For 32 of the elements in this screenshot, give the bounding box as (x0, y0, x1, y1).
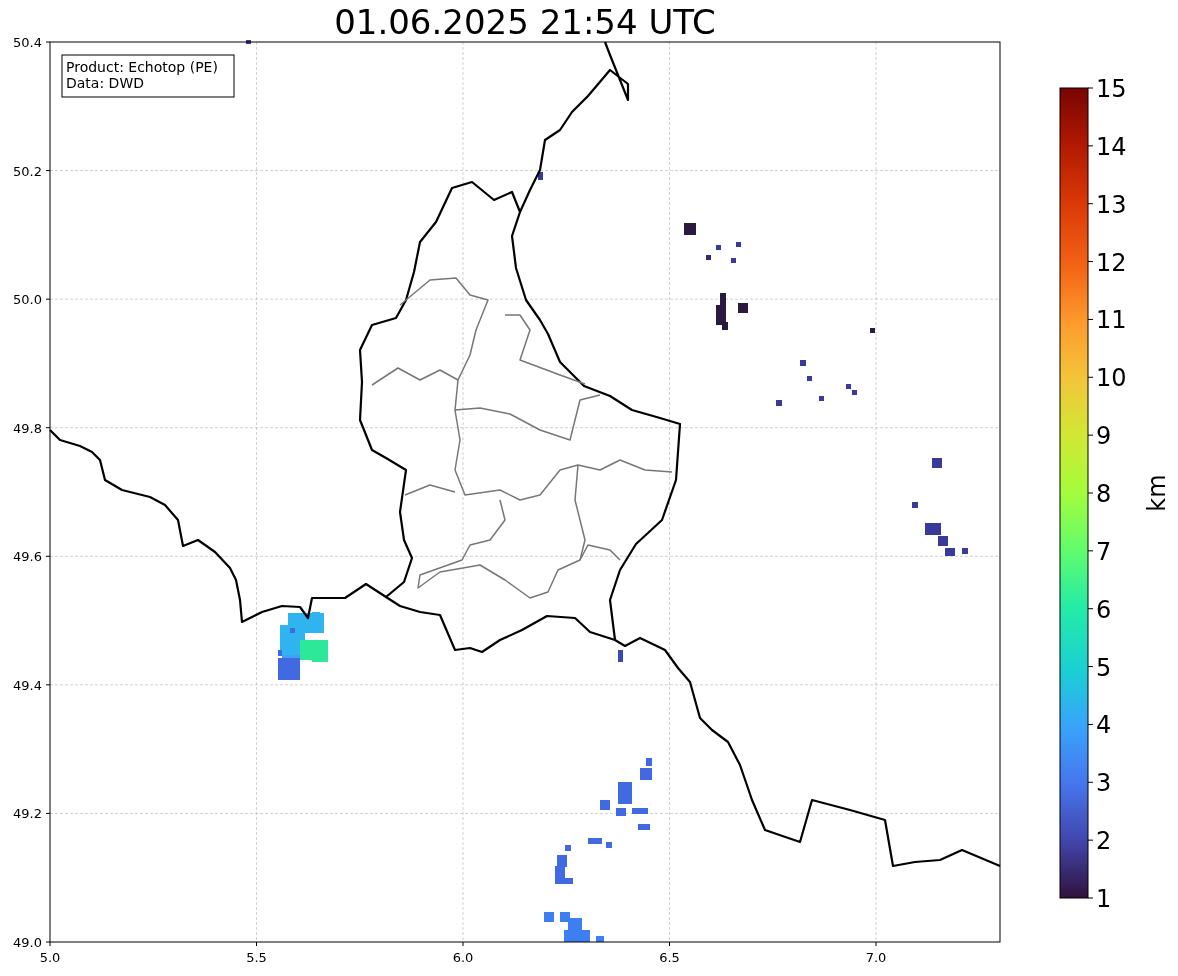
axis-tick-label: 5.0 (39, 950, 61, 965)
colorbar-tick-label: 8 (1096, 480, 1112, 508)
axis-tick-label: 5.5 (246, 950, 267, 965)
colorbar-tick-label: 5 (1096, 653, 1112, 682)
axis-tick-label: 49.8 (13, 420, 42, 436)
colorbar-tick-label: 14 (1096, 132, 1127, 161)
colorbar-tick-label: 6 (1096, 595, 1112, 624)
colorbar-tick-label: 4 (1096, 711, 1112, 740)
colorbar-tick-label: 3 (1096, 769, 1112, 798)
colorbar-tick-label: 11 (1096, 306, 1127, 335)
axis-tick-label: 49.4 (13, 677, 42, 693)
colorbar-tick-label: 13 (1096, 190, 1127, 219)
colorbar-tick-label: 7 (1096, 537, 1112, 566)
colorbar-tick-label: 12 (1096, 248, 1127, 277)
colorbar-tick-label: 2 (1096, 827, 1112, 856)
info-text: Data: DWD (66, 75, 144, 91)
axis-tick-label: 49.6 (13, 549, 42, 565)
colorbar-tick-label: 1 (1096, 885, 1112, 913)
axis-tick-label: 50.0 (13, 292, 42, 308)
plot-title: 01.06.2025 21:54 UTC (334, 2, 716, 42)
axis-tick-label: 49.2 (13, 806, 42, 822)
axis-tick-label: 50.4 (13, 35, 42, 50)
axis-tick-label: 49.0 (13, 935, 42, 950)
axis-tick-label: 7.0 (865, 950, 887, 965)
colorbar-tick-label: 9 (1096, 422, 1112, 451)
colorbar-tick-label: 10 (1096, 364, 1127, 393)
colorbar-tick-label: 15 (1096, 75, 1127, 103)
axis-tick-label: 50.2 (13, 163, 42, 179)
axis-tick-label: 6.5 (659, 950, 680, 965)
info-text: Product: Echotop (PE) (66, 59, 218, 75)
axis-tick-label: 6.0 (452, 950, 474, 965)
colorbar-label: km (1143, 474, 1171, 512)
